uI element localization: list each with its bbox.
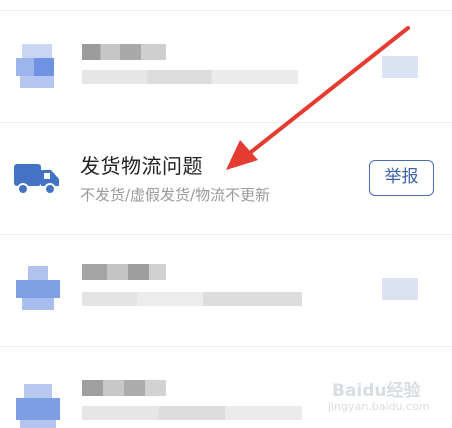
divider-top [0, 10, 452, 11]
blurred-icon [16, 266, 60, 310]
watermark: Baidu经验 jingyan.baidu.com [318, 370, 452, 423]
item-title: 发货物流问题 [80, 154, 203, 178]
blurred-subtitle [82, 292, 302, 306]
report-button[interactable]: 举报 [369, 160, 434, 196]
arrow-head [226, 140, 258, 170]
blurred-icon [16, 44, 60, 88]
divider [0, 234, 452, 235]
divider [0, 122, 452, 123]
blurred-icon [16, 384, 60, 428]
blurred-button [382, 278, 418, 300]
watermark-sub: jingyan.baidu.com [328, 400, 430, 413]
blurred-title [82, 264, 166, 280]
blurred-button [382, 56, 418, 78]
arrow-shaft [244, 26, 410, 158]
blurred-subtitle [82, 406, 302, 420]
truck-icon [14, 164, 59, 195]
divider [0, 346, 452, 347]
blurred-subtitle [82, 70, 298, 84]
watermark-text: Baidu经验 [332, 381, 421, 401]
item-subtitle: 不发货/虚假发货/物流不更新 [80, 186, 271, 204]
blurred-title [82, 380, 166, 396]
blurred-title [82, 44, 166, 60]
